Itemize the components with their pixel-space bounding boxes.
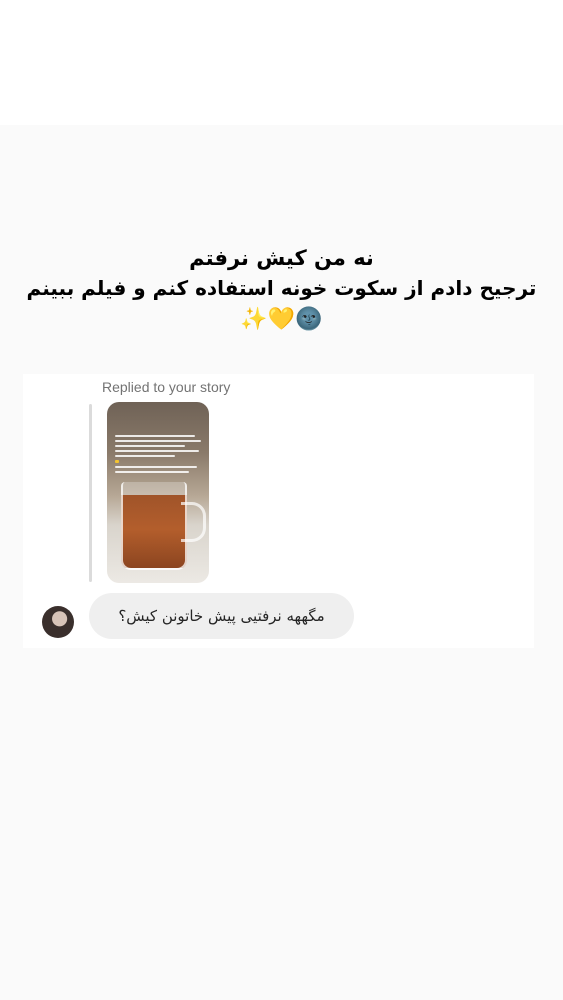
- replied-to-story-label: Replied to your story: [102, 379, 231, 395]
- tea-glass-handle: [181, 502, 206, 542]
- story-caption: نه من کیش نرفتم ترجیح دادم از سکوت خونه …: [0, 243, 563, 337]
- story-thumbnail[interactable]: [107, 402, 209, 583]
- message-bubble[interactable]: مگههه نرفتیی پیش خاتونن کیش؟: [89, 593, 354, 639]
- caption-line-2: ترجیح دادم از سکوت خونه استفاده کنم و فی…: [26, 276, 537, 300]
- dm-reply-card: Replied to your story مگههه نرفتیی پیش خ…: [23, 374, 534, 648]
- caption-line-1: نه من کیش نرفتم: [189, 246, 374, 270]
- reply-indicator-bar: [89, 404, 92, 582]
- sender-avatar[interactable]: [42, 606, 74, 638]
- top-blank-area: [0, 0, 563, 125]
- story-thumbnail-text-overlay: [115, 435, 203, 473]
- message-text: مگههه نرفتیی پیش خاتونن کیش؟: [118, 607, 325, 625]
- caption-emojis: ✨💛🌚: [0, 303, 563, 337]
- new-moon-face-icon: 🌚: [295, 307, 323, 332]
- tea-glass-image: [121, 482, 187, 570]
- sparkles-icon: ✨: [240, 307, 268, 332]
- yellow-heart-icon: 💛: [267, 307, 296, 332]
